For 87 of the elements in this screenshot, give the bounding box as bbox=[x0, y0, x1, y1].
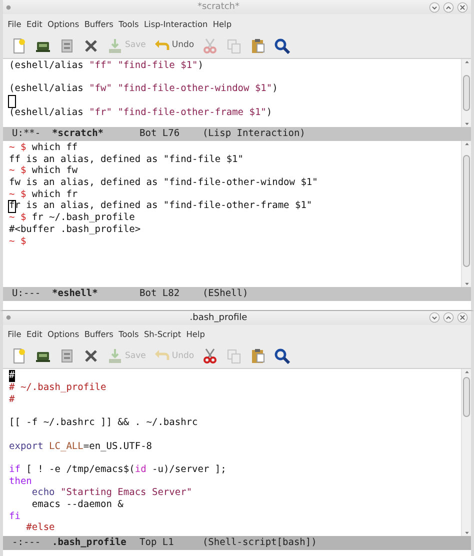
minimize-icon[interactable] bbox=[429, 312, 440, 324]
code-line: ~ $ bbox=[9, 236, 26, 248]
new-file-icon bbox=[11, 38, 27, 54]
buffer-position: Bot L76 bbox=[140, 128, 180, 139]
code-line: then bbox=[9, 476, 32, 488]
scrollbar[interactable] bbox=[461, 59, 471, 127]
buffer-position: Bot L82 bbox=[140, 288, 180, 299]
scrollbar[interactable] bbox=[461, 141, 471, 287]
window-menu-icon[interactable] bbox=[6, 4, 11, 10]
code-line: ~ $ which fr bbox=[9, 188, 78, 200]
scroll-up-arrow-icon[interactable] bbox=[464, 59, 470, 65]
scroll-thumb[interactable] bbox=[463, 377, 470, 418]
scroll-up-arrow-icon[interactable] bbox=[464, 369, 470, 376]
menu-item[interactable]: Buffers bbox=[82, 18, 116, 30]
buffer-name: *scratch* bbox=[52, 128, 104, 139]
menu-item[interactable]: Help bbox=[184, 328, 208, 340]
code-line: ~ $ which fw bbox=[9, 165, 78, 178]
drive-icon bbox=[59, 348, 75, 364]
menu-item[interactable]: Tools bbox=[116, 18, 142, 30]
copy-icon bbox=[226, 38, 242, 54]
menu-item[interactable]: Options bbox=[44, 18, 82, 30]
window-menu-icon[interactable] bbox=[6, 315, 11, 320]
code-line: emacs --daemon & bbox=[30, 499, 124, 511]
menu-item[interactable]: Edit bbox=[24, 18, 45, 30]
buffer-status: U:**- bbox=[12, 128, 41, 139]
window-title: *scratch* bbox=[196, 1, 241, 13]
maximize-icon[interactable] bbox=[443, 312, 454, 324]
scissors-icon bbox=[202, 38, 218, 54]
drive-icon bbox=[59, 38, 75, 54]
major-mode: (Shell-script[bash]) bbox=[202, 537, 317, 548]
code-line: ff is an alias, defined as "find-file $1" bbox=[9, 154, 244, 166]
search-icon bbox=[274, 348, 290, 364]
scroll-down-arrow-icon[interactable] bbox=[464, 281, 470, 287]
code-line: (eshell/alias "fw" "find-file-other-window $1") bbox=[9, 83, 278, 96]
undo-button[interactable]: Undo bbox=[150, 34, 198, 56]
scroll-up-arrow-icon[interactable] bbox=[464, 141, 470, 147]
code-line: [[ -f ~/.bashrc ]] && . ~/.bashrc bbox=[9, 417, 198, 429]
download-icon bbox=[107, 38, 123, 54]
code-line: if [ ! -e /tmp/emacs$(id -u)/server ]; bbox=[9, 464, 226, 476]
copy-icon bbox=[226, 348, 242, 364]
major-mode: (EShell) bbox=[202, 288, 248, 299]
buffer-position: Top L1 bbox=[140, 537, 174, 548]
code-line: #else bbox=[25, 522, 55, 534]
menu-item[interactable]: Buffers bbox=[82, 328, 116, 340]
code-line: ~ $ fr ~/.bash_profile bbox=[9, 212, 135, 224]
buffer-status: U:--- bbox=[12, 288, 41, 299]
code-line: fw is an alias, defined as "find-file-other-window $1" bbox=[9, 177, 318, 189]
menu-item[interactable]: Help bbox=[210, 18, 234, 30]
scroll-thumb[interactable] bbox=[463, 75, 470, 111]
buffer-name: .bash_profile bbox=[52, 537, 126, 548]
menu-item[interactable]: File bbox=[5, 328, 24, 340]
clipboard-icon bbox=[250, 348, 266, 364]
code-line: # ~/.bash_profile bbox=[9, 382, 106, 394]
code-line: # bbox=[9, 394, 15, 406]
code-line: (eshell/alias "fr" "find-file-other-frame $1") bbox=[9, 106, 272, 118]
new-file-icon bbox=[11, 348, 27, 364]
menu-item[interactable]: Lisp-Interaction bbox=[141, 18, 210, 30]
scroll-down-arrow-icon[interactable] bbox=[464, 121, 470, 127]
code-line: (eshell/alias "ff" "find-file $1") bbox=[9, 60, 204, 72]
buffer-name: *eshell* bbox=[52, 288, 98, 299]
clipboard-icon bbox=[250, 38, 266, 54]
code-line: export LC_ALL=en_US.UTF-8 bbox=[9, 440, 152, 452]
scroll-thumb[interactable] bbox=[463, 155, 470, 267]
menu-item[interactable]: Edit bbox=[24, 328, 45, 340]
minimize-icon[interactable] bbox=[429, 2, 440, 12]
code-line: echo "Starting Emacs Server" bbox=[30, 487, 192, 500]
close-icon bbox=[83, 38, 99, 54]
buffer-status: -:--- bbox=[12, 537, 41, 548]
menu-item[interactable]: Options bbox=[44, 328, 82, 340]
code-line: ~ $ which ff bbox=[9, 142, 78, 154]
search-icon bbox=[274, 38, 290, 54]
scroll-down-arrow-icon[interactable] bbox=[464, 530, 470, 536]
menu-item[interactable]: Sh-Script bbox=[141, 328, 184, 340]
menu-item[interactable]: Tools bbox=[116, 328, 142, 340]
code-line: # bbox=[9, 370, 15, 382]
download-icon bbox=[107, 348, 123, 364]
close-icon[interactable] bbox=[457, 2, 468, 12]
code-line: #<buffer .bash_profile> bbox=[9, 224, 141, 236]
scissors-icon bbox=[202, 348, 218, 364]
close-icon[interactable] bbox=[457, 312, 468, 324]
maximize-icon[interactable] bbox=[443, 2, 454, 12]
menu-item[interactable]: File bbox=[5, 18, 24, 30]
code-line: fi bbox=[9, 510, 20, 522]
close-icon bbox=[83, 348, 99, 364]
scrollbar[interactable] bbox=[461, 369, 471, 536]
major-mode: (Lisp Interaction) bbox=[202, 128, 306, 139]
window-title: .bash_profile bbox=[188, 312, 248, 324]
